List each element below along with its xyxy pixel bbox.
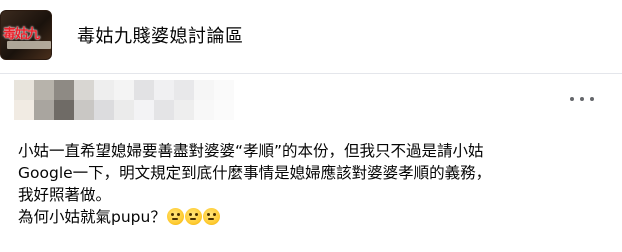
post-line-2: Google一下，明文規定到底什麼事情是媳婦應該對婆婆孝順的義務， <box>18 164 492 182</box>
post-line-3: 我好照著做。 <box>18 186 112 204</box>
header-divider <box>0 73 622 74</box>
post-author-blurred[interactable] <box>14 80 234 120</box>
group-avatar-subtext <box>7 41 51 49</box>
more-options-button[interactable] <box>570 91 594 107</box>
group-name[interactable]: 毒姑九賤婆媳討論區 <box>77 22 244 48</box>
more-dot <box>590 97 594 101</box>
group-avatar-logo: 毒姑九 <box>3 27 40 42</box>
post-line-4: 為何小姑就氣pupu？ <box>18 206 608 228</box>
more-horizontal-icon <box>570 97 574 101</box>
thinking-face-emoji-icon <box>202 208 220 225</box>
more-dot <box>580 97 584 101</box>
group-avatar[interactable]: 毒姑九 <box>0 10 52 60</box>
thinking-face-emoji-icon <box>184 208 202 225</box>
post-line-4-text: 為何小姑就氣pupu？ <box>18 208 166 226</box>
post-line-1: 小姑一直希望媳婦要善盡對婆婆“孝順”的本份，但我只不過是請小姑 <box>18 142 484 160</box>
author-mosaic <box>14 80 234 120</box>
post-body: 小姑一直希望媳婦要善盡對婆婆“孝順”的本份，但我只不過是請小姑 Google一下… <box>18 140 608 228</box>
thinking-face-emoji-icon <box>166 208 184 225</box>
group-header: 毒姑九 毒姑九賤婆媳討論區 <box>0 0 622 68</box>
